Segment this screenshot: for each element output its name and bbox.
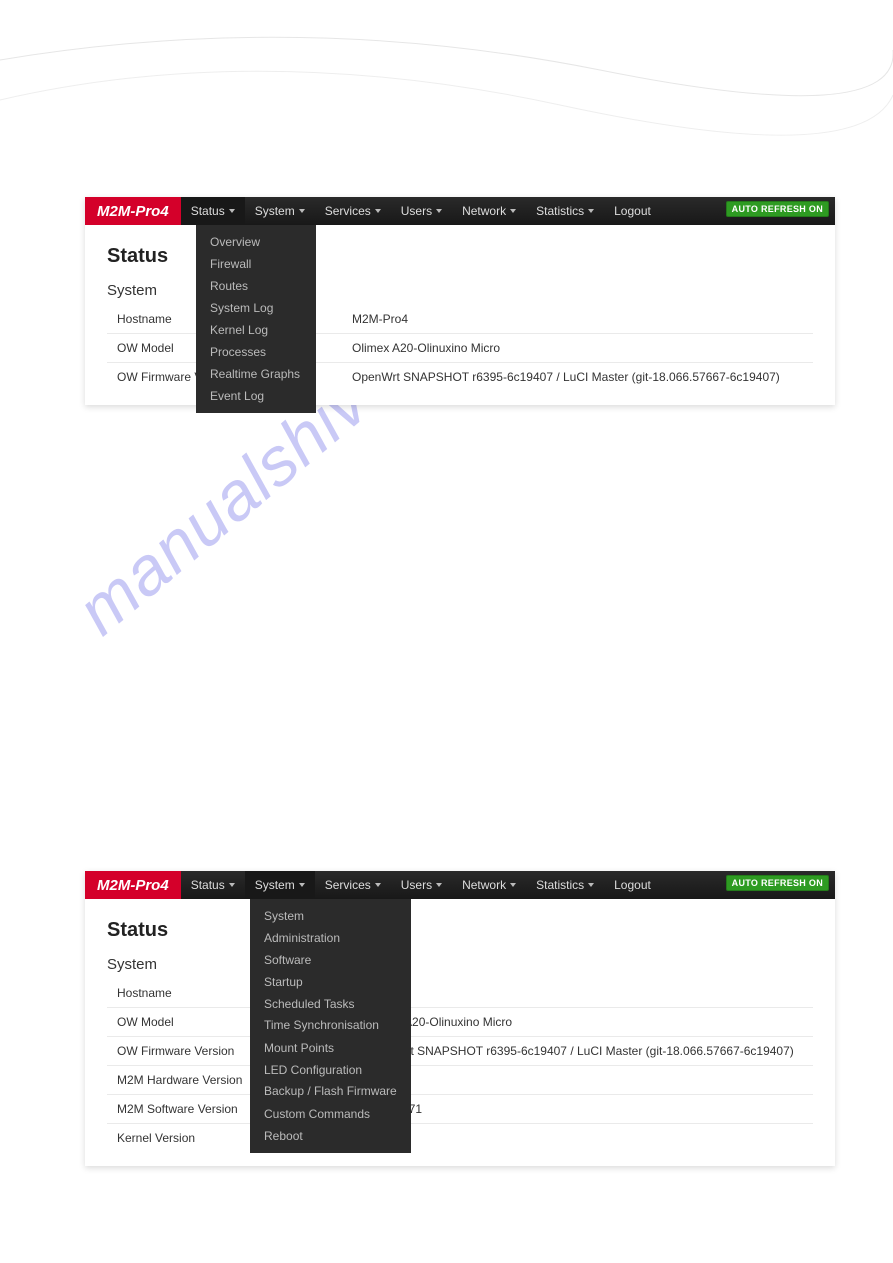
caret-icon: [229, 209, 235, 213]
system-table: Hostname Pro4 OW Model nex A20-Olinuxino…: [107, 979, 813, 1152]
menu-mount-points[interactable]: Mount Points: [250, 1037, 411, 1059]
menu-scheduled-tasks[interactable]: Scheduled Tasks: [250, 993, 411, 1015]
brand[interactable]: M2M-Pro4: [85, 197, 181, 225]
menu-startup[interactable]: Startup: [250, 971, 411, 993]
table-row: Kernel Version 4.23: [107, 1124, 813, 1153]
nav-status[interactable]: Status: [181, 871, 245, 899]
caret-icon: [436, 883, 442, 887]
nav-statistics-label: Statistics: [536, 878, 584, 892]
table-row: OW Model nex A20-Olinuxino Micro: [107, 1008, 813, 1037]
nav-status[interactable]: Status: [181, 197, 245, 225]
row-val: Pro4: [342, 979, 813, 1008]
system-dropdown: System Administration Software Startup S…: [250, 899, 411, 1153]
nav-users-label: Users: [401, 878, 432, 892]
navbar: M2M-Pro4 Status System Services Users Ne…: [85, 197, 835, 225]
nav-system-label: System: [255, 204, 295, 218]
nav: Status System Services Users Network Sta…: [181, 871, 661, 899]
auto-refresh-badge[interactable]: AUTO REFRESH ON: [726, 201, 829, 217]
panel-body: Status System Hostname Pro4 OW Model nex…: [85, 899, 835, 1166]
nav-users-label: Users: [401, 204, 432, 218]
nav-network-label: Network: [462, 204, 506, 218]
nav: Status System Services Users Network Sta…: [181, 197, 661, 225]
menu-administration[interactable]: Administration: [250, 927, 411, 949]
brand[interactable]: M2M-Pro4: [85, 871, 181, 899]
row-val: 4.23: [342, 1124, 813, 1153]
menu-overview[interactable]: Overview: [196, 231, 316, 253]
caret-icon: [436, 209, 442, 213]
table-row: Hostname Pro4: [107, 979, 813, 1008]
nav-system[interactable]: System: [245, 871, 315, 899]
table-row: M2M Software Version 905271: [107, 1095, 813, 1124]
nav-services-label: Services: [325, 878, 371, 892]
table-row: M2M Hardware Version 008x: [107, 1066, 813, 1095]
nav-network[interactable]: Network: [452, 871, 526, 899]
menu-routes[interactable]: Routes: [196, 275, 316, 297]
nav-network-label: Network: [462, 878, 506, 892]
menu-event-log[interactable]: Event Log: [196, 385, 316, 407]
nav-logout[interactable]: Logout: [604, 871, 661, 899]
row-val: 905271: [342, 1095, 813, 1124]
nav-logout-label: Logout: [614, 204, 651, 218]
menu-kernel-log[interactable]: Kernel Log: [196, 319, 316, 341]
nav-users[interactable]: Users: [391, 197, 452, 225]
nav-logout[interactable]: Logout: [604, 197, 661, 225]
menu-backup-flash[interactable]: Backup / Flash Firmware: [250, 1081, 411, 1103]
row-val: nex A20-Olinuxino Micro: [342, 1008, 813, 1037]
caret-icon: [375, 883, 381, 887]
screenshot-status-menu: M2M-Pro4 Status System Services Users Ne…: [85, 197, 835, 405]
status-dropdown: Overview Firewall Routes System Log Kern…: [196, 225, 316, 413]
menu-system-log[interactable]: System Log: [196, 297, 316, 319]
menu-software[interactable]: Software: [250, 949, 411, 971]
nav-system[interactable]: System: [245, 197, 315, 225]
nav-logout-label: Logout: [614, 878, 651, 892]
page-title: Status: [107, 919, 813, 942]
caret-icon: [375, 209, 381, 213]
caret-icon: [299, 209, 305, 213]
nav-users[interactable]: Users: [391, 871, 452, 899]
caret-icon: [510, 883, 516, 887]
nav-statistics[interactable]: Statistics: [526, 871, 604, 899]
row-val: enWrt SNAPSHOT r6395-6c19407 / LuCI Mast…: [342, 1037, 813, 1066]
nav-statistics-label: Statistics: [536, 204, 584, 218]
caret-icon: [588, 209, 594, 213]
navbar: M2M-Pro4 Status System Services Users Ne…: [85, 871, 835, 899]
decorative-wave: [0, 0, 893, 160]
table-row: OW Firmware Version enWrt SNAPSHOT r6395…: [107, 1037, 813, 1066]
menu-processes[interactable]: Processes: [196, 341, 316, 363]
caret-icon: [229, 883, 235, 887]
menu-time-sync[interactable]: Time Synchronisation: [250, 1015, 411, 1037]
menu-firewall[interactable]: Firewall: [196, 253, 316, 275]
menu-custom-commands[interactable]: Custom Commands: [250, 1103, 411, 1125]
menu-system[interactable]: System: [250, 905, 411, 927]
nav-services[interactable]: Services: [315, 197, 391, 225]
section-title: System: [107, 956, 813, 973]
nav-system-label: System: [255, 878, 295, 892]
menu-realtime-graphs[interactable]: Realtime Graphs: [196, 363, 316, 385]
nav-services[interactable]: Services: [315, 871, 391, 899]
nav-status-label: Status: [191, 878, 225, 892]
row-val: 008x: [342, 1066, 813, 1095]
row-val: M2M-Pro4: [342, 305, 813, 334]
nav-status-label: Status: [191, 204, 225, 218]
caret-icon: [299, 883, 305, 887]
menu-led-config[interactable]: LED Configuration: [250, 1059, 411, 1081]
auto-refresh-badge[interactable]: AUTO REFRESH ON: [726, 875, 829, 891]
row-val: Olimex A20-Olinuxino Micro: [342, 334, 813, 363]
caret-icon: [510, 209, 516, 213]
menu-reboot[interactable]: Reboot: [250, 1125, 411, 1147]
row-val: OpenWrt SNAPSHOT r6395-6c19407 / LuCI Ma…: [342, 363, 813, 392]
nav-services-label: Services: [325, 204, 371, 218]
screenshot-system-menu: M2M-Pro4 Status System Services Users Ne…: [85, 871, 835, 1166]
nav-network[interactable]: Network: [452, 197, 526, 225]
caret-icon: [588, 883, 594, 887]
nav-statistics[interactable]: Statistics: [526, 197, 604, 225]
